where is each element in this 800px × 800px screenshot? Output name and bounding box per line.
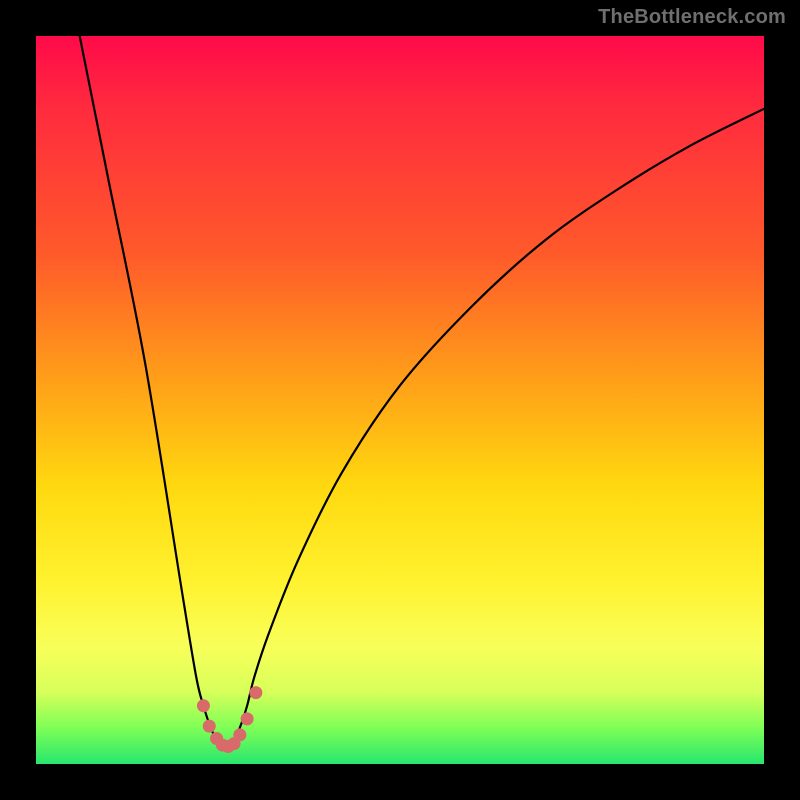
trough-dot — [197, 699, 210, 712]
watermark-text: TheBottleneck.com — [598, 6, 786, 29]
chart-plot-area — [36, 36, 764, 764]
trough-dot — [241, 712, 254, 725]
bottleneck-curve-svg — [36, 36, 764, 764]
trough-dot — [249, 686, 262, 699]
chart-frame: TheBottleneck.com — [0, 0, 800, 800]
bottleneck-curve-line — [80, 36, 764, 749]
trough-dot — [203, 720, 216, 733]
trough-dot — [233, 728, 246, 741]
